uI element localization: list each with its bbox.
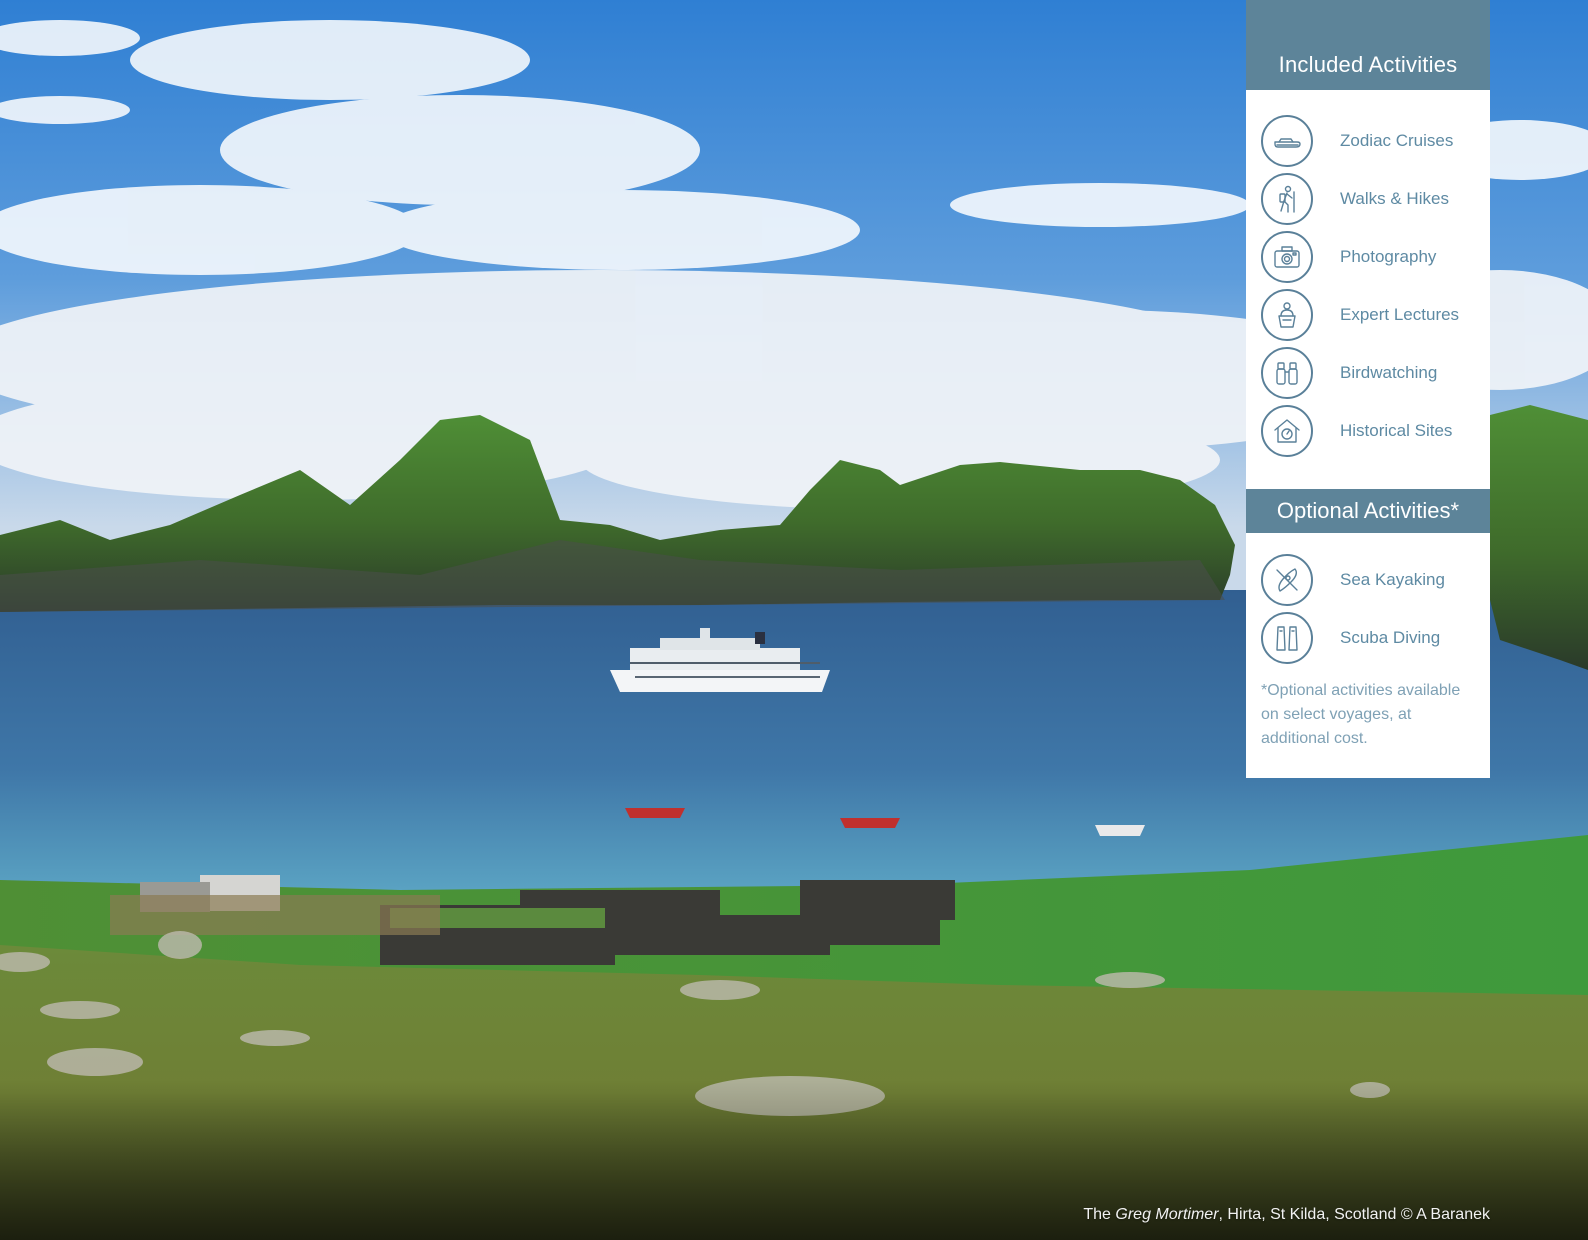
caption-prefix: The <box>1083 1206 1116 1223</box>
hiker-icon <box>1261 173 1313 225</box>
binoculars-icon <box>1261 347 1313 399</box>
optional-activities-title: Optional Activities* <box>1276 498 1460 523</box>
historic-house-icon <box>1261 405 1313 457</box>
dive-fins-icon <box>1261 612 1313 664</box>
caption-ship-name: Greg Mortimer <box>1115 1206 1219 1223</box>
optional-activities-list: Sea Kayaking Scuba Diving <box>1246 551 1490 667</box>
included-activities-list: Zodiac Cruises Walks & Hikes Photography… <box>1246 90 1490 460</box>
activity-historical-sites: Historical Sites <box>1246 402 1490 460</box>
activity-sea-kayaking: Sea Kayaking <box>1246 551 1490 609</box>
activity-label: Scuba Diving <box>1340 628 1441 647</box>
activity-walks-hikes: Walks & Hikes <box>1246 170 1490 228</box>
activity-label: Photography <box>1340 247 1437 266</box>
activity-birdwatching: Birdwatching <box>1246 344 1490 402</box>
activity-scuba-diving: Scuba Diving <box>1246 609 1490 667</box>
activity-label: Historical Sites <box>1340 421 1453 440</box>
optional-activities-footnote: *Optional activities available on select… <box>1261 682 1461 747</box>
activity-photography: Photography <box>1246 228 1490 286</box>
activity-expert-lectures: Expert Lectures <box>1246 286 1490 344</box>
zodiac-boat-icon <box>1261 115 1313 167</box>
lecturer-podium-icon <box>1261 289 1313 341</box>
optional-activities-header: Optional Activities* <box>1246 489 1490 533</box>
caption-suffix: , Hirta, St Kilda, Scotland © A Baranek <box>1218 1206 1490 1223</box>
photo-caption: The Greg Mortimer, Hirta, St Kilda, Scot… <box>1083 1206 1490 1224</box>
activity-label: Walks & Hikes <box>1340 189 1449 208</box>
activity-label: Birdwatching <box>1340 363 1438 382</box>
activities-panel: Included Activities Zodiac Cruises Walks… <box>1246 0 1490 778</box>
camera-icon <box>1261 231 1313 283</box>
included-activities-title: Included Activities <box>1278 52 1458 77</box>
included-activities-header: Included Activities <box>1246 0 1490 90</box>
activity-zodiac-cruises: Zodiac Cruises <box>1246 112 1490 170</box>
activity-label: Zodiac Cruises <box>1340 131 1454 150</box>
activity-label: Sea Kayaking <box>1340 570 1445 589</box>
activity-label: Expert Lectures <box>1340 305 1460 324</box>
kayak-icon <box>1261 554 1313 606</box>
